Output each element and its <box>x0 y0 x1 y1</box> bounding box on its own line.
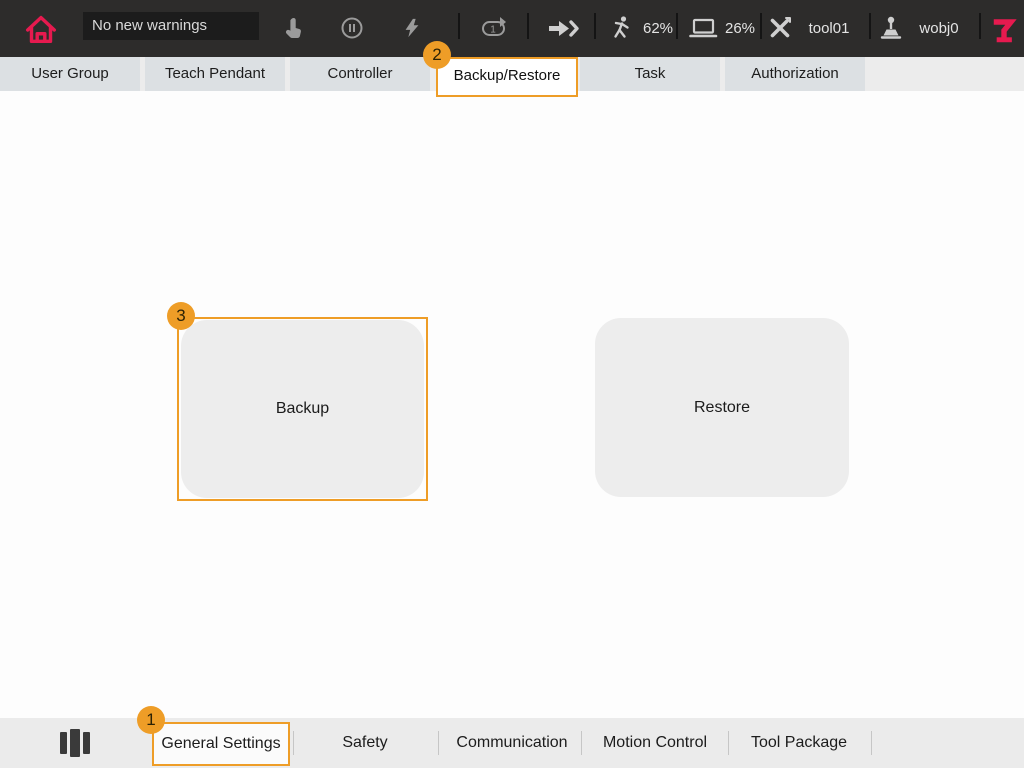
warning-message-box[interactable]: No new warnings <box>83 12 259 40</box>
bottombar-separator <box>871 731 872 755</box>
joystick-icon <box>878 15 904 42</box>
tool-name-value: tool01 <box>803 14 855 42</box>
topbar-separator <box>760 13 762 39</box>
robot-arm-icon <box>991 15 1017 43</box>
bottombar-separator <box>728 731 729 755</box>
nav-label: Communication <box>456 734 567 751</box>
workobject-button[interactable] <box>876 13 906 43</box>
topbar-separator <box>676 13 678 39</box>
power-button[interactable] <box>397 14 427 42</box>
restore-button[interactable]: Restore <box>595 318 849 497</box>
home-icon <box>22 10 60 48</box>
tool-button[interactable] <box>765 14 795 42</box>
bottombar-separator <box>438 731 439 755</box>
laptop-icon <box>688 16 718 40</box>
system-load-button[interactable] <box>686 14 720 42</box>
warning-text: No new warnings <box>92 17 207 34</box>
step-badge-2: 2 <box>423 41 451 69</box>
lightning-icon <box>401 16 423 40</box>
topbar-separator <box>527 13 529 39</box>
bottombar-separator <box>293 731 294 755</box>
tab-label: User Group <box>31 65 109 82</box>
step-forward-button[interactable] <box>545 14 581 42</box>
tab-label: Backup/Restore <box>454 67 561 84</box>
topbar-separator <box>458 13 460 39</box>
step-badge-3: 3 <box>167 302 195 330</box>
nav-label: Motion Control <box>603 734 707 751</box>
backup-button[interactable]: Backup <box>181 320 424 498</box>
top-status-bar: No new warnings 1 <box>0 0 1024 57</box>
tab-label: Controller <box>327 65 392 82</box>
tools-icon <box>767 15 793 41</box>
speed-button[interactable] <box>607 14 635 42</box>
tab-task[interactable]: Task <box>580 57 720 91</box>
panels-icon <box>59 728 91 758</box>
tab-backup-restore[interactable]: Backup/Restore <box>436 57 578 97</box>
tab-controller[interactable]: Controller <box>290 57 430 91</box>
tab-label: Teach Pendant <box>165 65 265 82</box>
pause-button[interactable] <box>337 14 367 42</box>
tab-teach-pendant[interactable]: Teach Pendant <box>145 57 285 91</box>
nav-general-settings[interactable]: General Settings <box>152 722 290 766</box>
nav-communication[interactable]: Communication <box>456 718 567 768</box>
nav-label: Safety <box>342 734 387 751</box>
robot-status-button[interactable] <box>988 13 1020 45</box>
nav-motion-control[interactable]: Motion Control <box>603 718 707 768</box>
topbar-separator <box>594 13 596 39</box>
topbar-separator <box>979 13 981 39</box>
topbar-separator <box>869 13 871 39</box>
restore-button-label: Restore <box>694 399 750 417</box>
panels-menu-button[interactable] <box>56 728 94 758</box>
step-forward-icon <box>547 16 580 40</box>
nav-label: Tool Package <box>751 734 847 751</box>
hand-guide-button[interactable] <box>278 14 308 42</box>
step-badge-1: 1 <box>137 706 165 734</box>
pause-icon <box>340 16 364 40</box>
speed-percent-value: 62% <box>638 14 678 42</box>
backup-button-label: Backup <box>276 400 329 418</box>
tab-authorization[interactable]: Authorization <box>725 57 865 91</box>
tab-user-group[interactable]: User Group <box>0 57 140 91</box>
cycle-mode-button[interactable]: 1 <box>478 14 510 42</box>
running-person-icon <box>609 15 633 41</box>
nav-safety[interactable]: Safety <box>342 718 387 768</box>
hand-icon <box>281 16 305 40</box>
bottombar-separator <box>581 731 582 755</box>
nav-label: General Settings <box>161 735 280 753</box>
backup-restore-panel <box>0 91 1024 718</box>
system-percent-value: 26% <box>720 14 760 42</box>
nav-tool-package[interactable]: Tool Package <box>751 718 847 768</box>
tab-label: Task <box>635 65 666 82</box>
tab-label: Authorization <box>751 65 839 82</box>
workobject-name-value: wobj0 <box>913 14 965 42</box>
cycle-count-label: 1 <box>490 25 496 36</box>
home-button[interactable] <box>20 8 62 50</box>
cycle-once-icon: 1 <box>480 16 508 40</box>
